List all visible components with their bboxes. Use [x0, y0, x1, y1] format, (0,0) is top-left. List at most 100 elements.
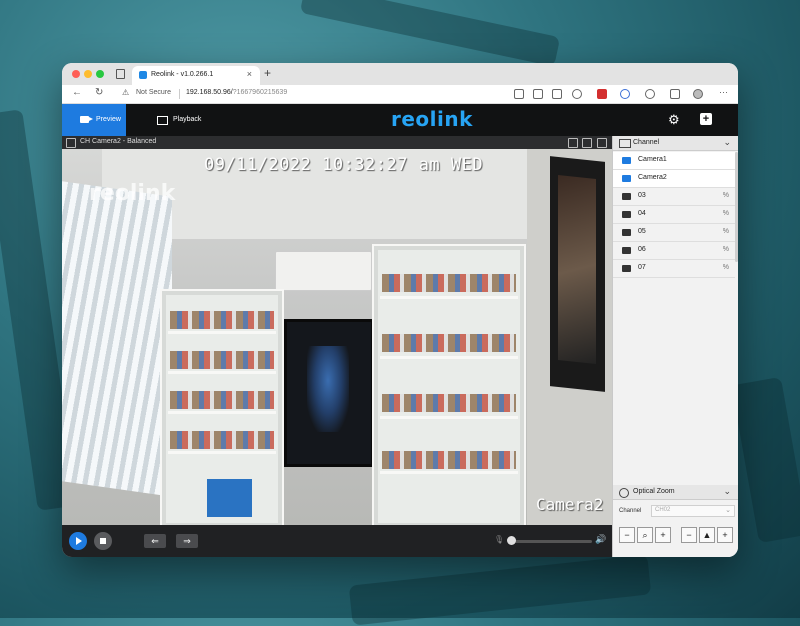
channel-list: Camera1 Camera2 03 % 04 % 05 % 06 % 07 %: [613, 152, 735, 278]
channel-status: %: [722, 192, 729, 199]
optical-zoom-header[interactable]: Optical Zoom ⌄: [613, 485, 738, 500]
add-device-button[interactable]: +: [700, 113, 712, 125]
camera-icon: [622, 175, 631, 182]
url-host: 192.168.50.96/: [186, 89, 233, 96]
minimize-window-button[interactable]: [84, 70, 92, 78]
address-bar: ← ↻ ⚠ Not Secure 192.168.50.96/?16679602…: [62, 85, 738, 104]
video-stream-title: CH Camera2 - Balanced: [80, 138, 157, 145]
tab-playback-label: Playback: [173, 116, 202, 123]
channel-name: 04: [638, 210, 646, 217]
tab-playback[interactable]: Playback: [144, 104, 214, 136]
video-air-conditioner: [275, 251, 372, 291]
play-button[interactable]: [69, 532, 87, 550]
camera-icon: [622, 193, 631, 200]
background-wreck-bottom: [348, 554, 652, 626]
back-arrow-icon[interactable]: ←: [72, 87, 82, 98]
reolink-favicon-icon: [139, 71, 147, 79]
background-wreck-top: [299, 0, 561, 67]
video-blue-box: [207, 479, 252, 517]
channel-item-05[interactable]: 05 %: [613, 224, 735, 242]
close-window-button[interactable]: [72, 70, 80, 78]
maximize-window-button[interactable]: [96, 70, 104, 78]
osd-watermark: reolink: [89, 181, 176, 206]
channel-layout-icon[interactable]: [66, 138, 76, 148]
zoom-channel-select[interactable]: CH02 ⌄: [651, 505, 735, 517]
optical-zoom-title: Optical Zoom: [633, 488, 675, 495]
extension-shield-icon[interactable]: [597, 89, 607, 99]
extension-vpn-icon[interactable]: [620, 89, 630, 99]
address-divider: [179, 89, 180, 99]
microphone-icon[interactable]: 🎙: [494, 535, 504, 544]
focus-out-button[interactable]: −: [681, 527, 697, 543]
osd-camera-name: Camera2: [536, 495, 604, 514]
channel-item-03[interactable]: 03 %: [613, 188, 735, 206]
channel-item-07[interactable]: 07 %: [613, 260, 735, 278]
channel-item-06[interactable]: 06 %: [613, 242, 735, 260]
stop-button[interactable]: [94, 532, 112, 550]
video-feed[interactable]: 09/11/2022 10:32:27 am WED reolink Camer…: [62, 149, 612, 525]
channel-item-camera2[interactable]: Camera2: [613, 170, 735, 188]
tab-overview-icon[interactable]: [116, 69, 125, 79]
speaker-icon[interactable]: 🔊: [595, 534, 606, 545]
app-header: Preview Playback reolink ⚙ +: [62, 104, 738, 136]
osd-timestamp: 09/11/2022 10:32:27 am WED: [204, 155, 484, 175]
zoom-lens-icon: [619, 488, 629, 498]
favorites-star-icon[interactable]: [572, 89, 582, 99]
snapshot-camera-icon[interactable]: [597, 138, 607, 148]
video-right-poster: [550, 156, 605, 392]
channel-status: %: [722, 228, 729, 235]
focus-mountain-icon: ▲: [699, 527, 715, 543]
reolink-logo: reolink: [391, 107, 473, 131]
fullscreen-icon[interactable]: [582, 138, 592, 148]
zoom-channel-label: Channel: [619, 508, 642, 514]
previous-channel-button[interactable]: ⇐: [144, 534, 166, 548]
tab-preview-label: Preview: [96, 116, 121, 123]
video-camera-icon: [80, 116, 93, 123]
zoom-out-button[interactable]: −: [619, 527, 635, 543]
volume-slider-knob[interactable]: [507, 536, 516, 545]
video-header: CH Camera2 - Balanced: [62, 136, 612, 149]
video-right-cabinet: [372, 244, 526, 525]
channel-item-04[interactable]: 04 %: [613, 206, 735, 224]
channel-list-scrollbar[interactable]: [735, 152, 738, 262]
url-path: ?1667960215639: [232, 89, 288, 96]
sync-icon[interactable]: [645, 89, 655, 99]
channel-name: 07: [638, 264, 646, 271]
channel-list-icon: [619, 139, 631, 148]
channel-panel-header[interactable]: Channel ⌄: [613, 136, 738, 151]
camera-icon: [622, 229, 631, 236]
channel-item-camera1[interactable]: Camera1: [613, 152, 735, 170]
tab-title: Reolink - v1.0.266.1: [151, 71, 214, 78]
camera-icon: [622, 211, 631, 218]
warning-icon[interactable]: ⚠: [122, 88, 129, 97]
tab-strip: Reolink - v1.0.266.1 × +: [62, 63, 738, 85]
chevron-down-icon[interactable]: ⌄: [723, 137, 731, 148]
collections-icon[interactable]: [670, 89, 680, 99]
chevron-down-icon[interactable]: ⌄: [723, 486, 731, 497]
tab-close-icon[interactable]: ×: [247, 69, 252, 79]
channel-status: %: [722, 246, 729, 253]
browser-menu-icon[interactable]: ···: [719, 87, 728, 97]
camera-icon: [622, 265, 631, 272]
zoom-in-button[interactable]: +: [655, 527, 671, 543]
cast-icon[interactable]: [514, 89, 524, 99]
browser-tab-reolink[interactable]: Reolink - v1.0.266.1 ×: [132, 66, 260, 85]
channel-status: %: [722, 264, 729, 271]
video-window-blinds: [62, 181, 172, 497]
profile-avatar-icon[interactable]: [693, 89, 703, 99]
apps-grid-icon[interactable]: [533, 89, 543, 99]
not-secure-label[interactable]: Not Secure: [136, 89, 171, 96]
tab-preview[interactable]: Preview: [62, 104, 126, 136]
reload-icon[interactable]: ↻: [95, 87, 103, 98]
read-aloud-icon[interactable]: [552, 89, 562, 99]
channel-name: 03: [638, 192, 646, 199]
gear-icon[interactable]: ⚙: [668, 112, 680, 128]
volume-slider[interactable]: [508, 540, 592, 543]
url-field[interactable]: 192.168.50.96/?1667960215639: [186, 89, 287, 96]
record-icon[interactable]: [568, 138, 578, 148]
focus-in-button[interactable]: +: [717, 527, 733, 543]
camera-icon: [622, 157, 631, 164]
zoom-magnifier-icon: ⌕: [637, 527, 653, 543]
next-channel-button[interactable]: ⇒: [176, 534, 198, 548]
new-tab-button[interactable]: +: [264, 66, 271, 80]
